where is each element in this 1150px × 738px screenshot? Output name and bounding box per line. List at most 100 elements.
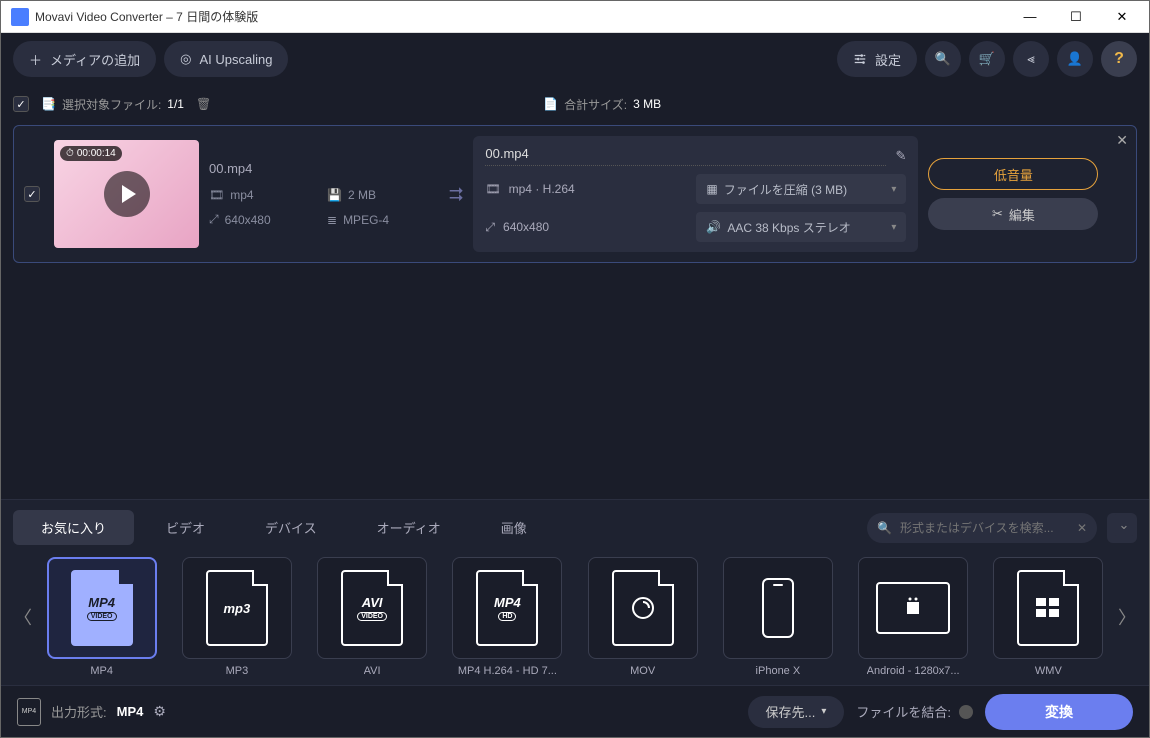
resize-icon: ⤢ bbox=[485, 220, 495, 235]
collapse-panel-button[interactable]: ⌄ bbox=[1113, 514, 1135, 536]
settings-button[interactable]: 設定 bbox=[837, 41, 917, 77]
format-mov[interactable]: MOV bbox=[580, 557, 705, 677]
format-wmv[interactable]: WMV bbox=[986, 557, 1111, 677]
format-mp3[interactable]: mp3MP3 bbox=[174, 557, 299, 677]
document-icon: 📄 bbox=[543, 97, 558, 111]
magnifier-icon: 🔍 bbox=[877, 521, 892, 535]
arrow-icon: ⮆ bbox=[449, 184, 463, 205]
tab-audio[interactable]: オーディオ bbox=[349, 510, 469, 545]
ai-upscaling-button[interactable]: ◎ AI Upscaling bbox=[164, 41, 288, 77]
format-avi[interactable]: AVIVIDEO AVI bbox=[310, 557, 435, 677]
footer: MP4 出力形式: MP4 ⚙ 保存先... ▾ ファイルを結合: 変換 bbox=[1, 685, 1149, 737]
magnifier-icon: 🔍 bbox=[935, 51, 951, 67]
phone-icon bbox=[762, 578, 794, 638]
ai-upscaling-label: AI Upscaling bbox=[199, 52, 272, 67]
merge-files-toggle[interactable]: ファイルを結合: bbox=[856, 702, 973, 721]
format-android[interactable]: Android - 1280x7... bbox=[851, 557, 976, 677]
low-volume-button[interactable]: 低音量 bbox=[928, 158, 1098, 190]
remove-file-button[interactable]: ✕ bbox=[1116, 132, 1128, 149]
account-button[interactable]: 👤 bbox=[1057, 41, 1093, 77]
clear-search-button[interactable]: ✕ bbox=[1077, 521, 1087, 535]
convert-button[interactable]: 変換 bbox=[985, 694, 1133, 730]
edit-button[interactable]: ✂ 編集 bbox=[928, 198, 1098, 230]
output-video-codec: 🎞mp4 · H.264 bbox=[485, 174, 688, 204]
settings-label: 設定 bbox=[875, 50, 901, 69]
share-button[interactable]: ⪡ bbox=[1013, 41, 1049, 77]
sliders-icon bbox=[853, 52, 867, 66]
output-settings-button[interactable]: ⚙ bbox=[153, 703, 166, 720]
file-source-info: 00.mp4 🎞mp4 💾2 MB ⤢640x480 ≣MPEG-4 bbox=[209, 157, 439, 231]
file-checkbox[interactable] bbox=[24, 186, 40, 202]
select-all-checkbox[interactable] bbox=[13, 96, 29, 112]
selection-bar: 📑 選択対象ファイル: 1/1 🗑 📄 合計サイズ: 3 MB bbox=[1, 85, 1149, 123]
file-icon bbox=[612, 570, 674, 646]
cart-button[interactable]: 🛒 bbox=[969, 41, 1005, 77]
source-container: ≣MPEG-4 bbox=[327, 212, 437, 227]
file-icon: MP4VIDEO bbox=[71, 570, 133, 646]
tab-devices[interactable]: デバイス bbox=[237, 510, 345, 545]
clear-selection-button[interactable]: 🗑 bbox=[196, 97, 211, 111]
output-format-icon: MP4 bbox=[17, 698, 41, 726]
format-mp4[interactable]: MP4VIDEO MP4 bbox=[39, 557, 164, 677]
scroll-left-button[interactable]: 〈 bbox=[13, 604, 33, 630]
format-label: MOV bbox=[630, 665, 655, 677]
files-icon: 📑 bbox=[41, 97, 56, 111]
source-format: 🎞mp4 bbox=[209, 188, 319, 202]
format-label: Android - 1280x7... bbox=[867, 665, 960, 677]
app-icon bbox=[11, 8, 29, 26]
tablet-icon bbox=[876, 582, 950, 634]
maximize-button[interactable]: ☐ bbox=[1053, 1, 1099, 32]
tab-images[interactable]: 画像 bbox=[473, 510, 555, 545]
scroll-right-button[interactable]: 〉 bbox=[1117, 604, 1137, 630]
chevron-down-icon: ▾ bbox=[821, 706, 826, 717]
help-button[interactable]: ? bbox=[1101, 41, 1137, 77]
tab-favorites[interactable]: お気に入り bbox=[13, 510, 134, 545]
compress-icon: ▦ bbox=[706, 182, 717, 196]
save-to-button[interactable]: 保存先... ▾ bbox=[748, 696, 845, 728]
play-icon[interactable] bbox=[104, 171, 150, 217]
total-size: 📄 合計サイズ: 3 MB bbox=[543, 96, 661, 113]
window-title: Movavi Video Converter – 7 日間の体験版 bbox=[35, 8, 1007, 25]
output-panel: 00.mp4 ✎ 🎞mp4 · H.264 ▦ファイルを圧縮 (3 MB) ▾ … bbox=[473, 136, 918, 252]
duration-badge: ⏱ 00:00:14 bbox=[60, 146, 122, 161]
titlebar: Movavi Video Converter – 7 日間の体験版 — ☐ ✕ bbox=[1, 1, 1149, 33]
file-icon: AVIVIDEO bbox=[341, 570, 403, 646]
scissors-icon: ✂ bbox=[992, 206, 1003, 222]
person-icon: 👤 bbox=[1067, 51, 1083, 67]
selection-count: 📑 選択対象ファイル: 1/1 bbox=[41, 96, 184, 113]
file-row[interactable]: ✕ ⏱ 00:00:14 00.mp4 🎞mp4 💾2 MB ⤢640x480 … bbox=[13, 125, 1137, 263]
format-label: AVI bbox=[364, 665, 381, 677]
compress-dropdown[interactable]: ▦ファイルを圧縮 (3 MB) ▾ bbox=[696, 174, 906, 204]
chevron-down-icon: ▾ bbox=[891, 184, 896, 195]
minimize-button[interactable]: — bbox=[1007, 1, 1053, 32]
chevron-down-icon: ▾ bbox=[891, 222, 896, 233]
cart-icon: 🛒 bbox=[979, 51, 995, 67]
resize-icon: ⤢ bbox=[209, 212, 219, 227]
format-label: iPhone X bbox=[756, 665, 801, 677]
format-search[interactable]: 🔍 ✕ bbox=[867, 513, 1097, 543]
format-iphone[interactable]: iPhone X bbox=[715, 557, 840, 677]
format-search-input[interactable] bbox=[900, 521, 1069, 535]
video-thumbnail[interactable]: ⏱ 00:00:14 bbox=[54, 140, 199, 248]
file-icon bbox=[1017, 570, 1079, 646]
format-mp4hd[interactable]: MP4HDMP4 H.264 - HD 7... bbox=[445, 557, 570, 677]
ai-icon: ◎ bbox=[180, 51, 191, 67]
add-media-button[interactable]: ＋ メディアの追加 bbox=[13, 41, 156, 77]
reel-icon: 🎞 bbox=[209, 188, 224, 202]
tab-video[interactable]: ビデオ bbox=[138, 510, 233, 545]
audio-dropdown[interactable]: 🔊AAC 38 Kbps ステレオ ▾ bbox=[696, 212, 906, 242]
format-label: MP4 bbox=[90, 665, 113, 677]
clock-icon: ⏱ bbox=[66, 148, 74, 159]
search-button[interactable]: 🔍 bbox=[925, 41, 961, 77]
speaker-icon: 🔊 bbox=[706, 220, 721, 234]
format-panel: ⌄ お気に入り ビデオ デバイス オーディオ 画像 🔍 ✕ ⛶ 〈 MP4VID… bbox=[1, 499, 1149, 685]
edit-name-button[interactable]: ✎ bbox=[896, 148, 907, 164]
format-label: MP4 H.264 - HD 7... bbox=[458, 665, 557, 677]
bars-icon: ≣ bbox=[327, 213, 337, 227]
plus-icon: ＋ bbox=[29, 50, 42, 69]
source-size: 💾2 MB bbox=[327, 188, 437, 202]
close-button[interactable]: ✕ bbox=[1099, 1, 1145, 32]
file-icon: mp3 bbox=[206, 570, 268, 646]
file-name: 00.mp4 bbox=[209, 161, 439, 176]
output-filename: 00.mp4 bbox=[485, 146, 885, 166]
